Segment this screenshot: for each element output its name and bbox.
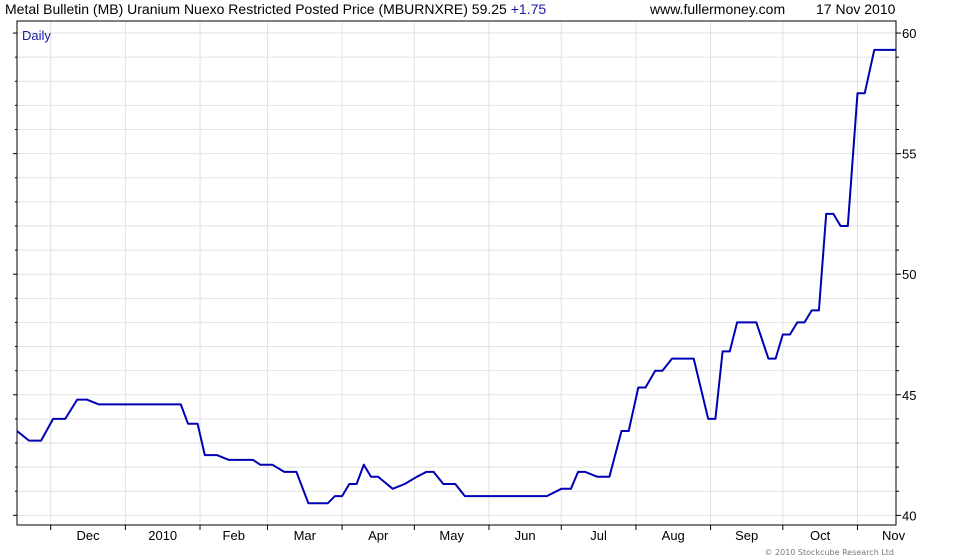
x-tick-label: 2010 [148, 528, 177, 543]
x-tick-label: Aug [662, 528, 685, 543]
y-tick-label: 50 [902, 267, 916, 282]
y-tick-label: 60 [902, 26, 916, 41]
plot-frame [16, 20, 897, 526]
x-tick-label: Mar [294, 528, 317, 543]
y-tick-label: 45 [902, 388, 916, 403]
x-tick-label: Apr [368, 528, 389, 543]
x-tick-label: Nov [882, 528, 906, 543]
x-tick-label: Oct [810, 528, 831, 543]
copyright-credit: © 2010 Stockcube Research Ltd [764, 548, 894, 557]
grid-lines [17, 21, 896, 525]
period-label: Daily [22, 28, 51, 43]
x-tick-label: Sep [735, 528, 758, 543]
y-tick-label: 55 [902, 147, 916, 162]
price-series-line [16, 48, 896, 505]
x-tick-label: May [439, 528, 464, 543]
y-tick-label: 40 [902, 508, 916, 523]
x-tick-label: Dec [76, 528, 100, 543]
x-tick-label: Jun [515, 528, 536, 543]
x-tick-label: Jul [590, 528, 607, 543]
x-tick-label: Feb [223, 528, 245, 543]
x-axis: Dec 2010 Feb Mar Apr May Jun Jul Aug Sep Oct Nov [50, 525, 906, 543]
price-chart: Daily Dec 2010 Feb Mar Apr May Jun Jul Aug Sep Oct… [13, 20, 916, 543]
